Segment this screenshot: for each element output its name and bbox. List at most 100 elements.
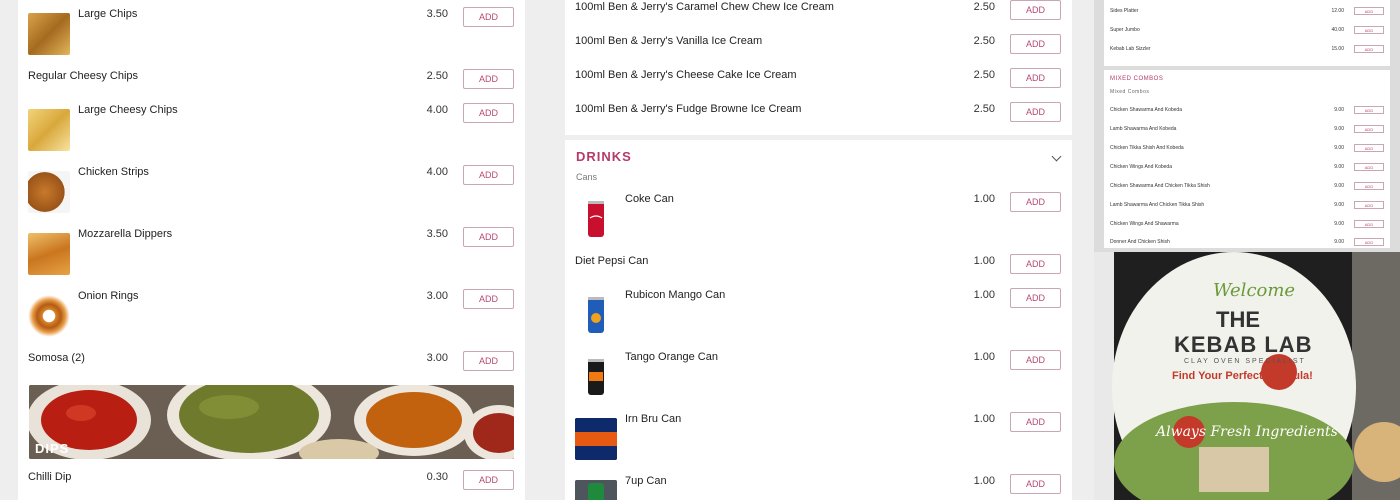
item-name: 100ml Ben & Jerry's Vanilla Ice Cream <box>575 35 763 47</box>
mini-item-price: 9.00 <box>1334 183 1344 189</box>
mini-item-price: 9.00 <box>1334 145 1344 151</box>
mini-menu-item[interactable]: Chicken Shawarma And Chicken Tikka Shish… <box>1110 182 1384 194</box>
mini-menu-item[interactable]: Kebab Lab Sizzler 15.00 ADD <box>1110 45 1384 57</box>
item-name: Regular Cheesy Chips <box>28 70 139 82</box>
item-name: Large Chips <box>78 8 138 20</box>
add-button[interactable]: ADD <box>463 165 514 185</box>
item-price: 2.50 <box>973 103 995 115</box>
item-price: 2.50 <box>973 69 995 81</box>
add-button[interactable]: ADD <box>463 103 514 123</box>
mini-menu-item[interactable]: Super Jumbo 40.00 ADD <box>1110 26 1384 38</box>
mini-item-name: Lamb Shawarma And Chicken Tikka Shish <box>1110 202 1205 208</box>
onion-rings-image <box>28 295 70 337</box>
mini-item-name: Chicken Wings And Shawarma <box>1110 221 1179 227</box>
mini-item-price: 12.00 <box>1331 8 1344 14</box>
mini-item-price: 9.00 <box>1334 221 1344 227</box>
mini-add-button[interactable]: ADD <box>1354 163 1384 171</box>
item-name: 100ml Ben & Jerry's Caramel Chew Chew Ic… <box>575 1 834 13</box>
mini-menu-item[interactable]: Lamb Shawarma And Kobeda 9.00 ADD <box>1110 125 1384 137</box>
mini-menu-item[interactable]: Chicken Shawarma And Kobeda 9.00 ADD <box>1110 106 1384 118</box>
mini-item-price: 9.00 <box>1334 239 1344 245</box>
mini-item-price: 9.00 <box>1334 126 1344 132</box>
mini-menu-card: Sides Platter 12.00 ADD Super Jumbo 40.0… <box>1104 0 1390 66</box>
item-name: 100ml Ben & Jerry's Fudge Browne Ice Cre… <box>575 103 802 115</box>
add-button[interactable]: ADD <box>1010 474 1061 494</box>
sides-menu-column: Large Chips 3.50 ADD Regular Cheesy Chip… <box>18 0 525 500</box>
item-name: Chilli Dip <box>28 471 72 483</box>
mini-item-price: 9.00 <box>1334 107 1344 113</box>
desserts-drinks-column: 100ml Ben & Jerry's Caramel Chew Chew Ic… <box>565 0 1072 500</box>
large-chips-image <box>28 13 70 55</box>
mini-mixed-combos-card: MIXED COMBOS Mixed Combos Chicken Shawar… <box>1104 70 1390 248</box>
mozzarella-dippers-image <box>28 233 70 275</box>
mini-add-button[interactable]: ADD <box>1354 106 1384 114</box>
mini-add-button[interactable]: ADD <box>1354 7 1384 15</box>
item-price: 3.00 <box>426 290 448 302</box>
add-button[interactable]: ADD <box>1010 412 1061 432</box>
item-price: 1.00 <box>973 351 995 363</box>
mini-add-button[interactable]: ADD <box>1354 26 1384 34</box>
mini-add-button[interactable]: ADD <box>1354 125 1384 133</box>
mini-section-subtitle: Mixed Combos <box>1110 89 1150 95</box>
mini-menu-item[interactable]: Sides Platter 12.00 ADD <box>1110 7 1384 19</box>
item-name: Rubicon Mango Can <box>625 289 726 301</box>
7up-can-image <box>575 480 617 500</box>
sign-tagline-text: CLAY OVEN SPECIALIST <box>1184 358 1306 365</box>
sign-the-text: THE <box>1216 307 1260 332</box>
mini-menu-item[interactable]: Chicken Tikka Shish And Kobeda 9.00 ADD <box>1110 144 1384 156</box>
mini-add-button[interactable]: ADD <box>1354 238 1384 246</box>
sign-brand-text: KEBAB LAB <box>1174 332 1313 357</box>
add-button[interactable]: ADD <box>463 289 514 309</box>
mini-item-name: Donner And Chicken Shish <box>1110 239 1170 245</box>
mini-add-button[interactable]: ADD <box>1354 45 1384 53</box>
dips-banner: DIPS <box>29 385 514 459</box>
shop-sign-photo: Welcome THE KEBAB LAB CLAY OVEN SPECIALI… <box>1094 252 1400 500</box>
mini-item-price: 15.00 <box>1331 46 1344 52</box>
mini-menu-item[interactable]: Chicken Wings And Shawarma 9.00 ADD <box>1110 220 1384 232</box>
item-name: Chicken Strips <box>78 166 149 178</box>
irn-bru-can-image <box>575 418 617 460</box>
mini-add-button[interactable]: ADD <box>1354 220 1384 228</box>
item-name: Large Cheesy Chips <box>78 104 178 116</box>
mini-menu-item[interactable]: Donner And Chicken Shish 9.00 ADD <box>1110 238 1384 250</box>
item-price: 1.00 <box>973 413 995 425</box>
sign-fresh-text: Always Fresh Ingredients <box>1156 424 1338 440</box>
mini-menu-item[interactable]: Chicken Wings And Kobeda 9.00 ADD <box>1110 163 1384 175</box>
add-button[interactable]: ADD <box>1010 34 1061 54</box>
add-button[interactable]: ADD <box>463 7 514 27</box>
item-price: 1.00 <box>973 475 995 487</box>
drinks-card: DRINKS Cans Coke Can 1.00 ADD Diet Pepsi… <box>565 140 1072 500</box>
add-button[interactable]: ADD <box>1010 68 1061 88</box>
add-button[interactable]: ADD <box>1010 254 1061 274</box>
mini-menu-item[interactable]: Lamb Shawarma And Chicken Tikka Shish 9.… <box>1110 201 1384 213</box>
item-price: 1.00 <box>973 255 995 267</box>
item-price: 0.30 <box>426 471 448 483</box>
item-name: Diet Pepsi Can <box>575 255 649 267</box>
dips-banner-image <box>29 385 514 459</box>
add-button[interactable]: ADD <box>463 227 514 247</box>
mini-section-title[interactable]: MIXED COMBOS <box>1110 76 1163 82</box>
mini-add-button[interactable]: ADD <box>1354 201 1384 209</box>
add-button[interactable]: ADD <box>463 351 514 371</box>
item-price: 1.00 <box>973 289 995 301</box>
add-button[interactable]: ADD <box>463 69 514 89</box>
mini-item-price: 40.00 <box>1331 27 1344 33</box>
mini-add-button[interactable]: ADD <box>1354 144 1384 152</box>
sign-welcome-text: Welcome <box>1213 280 1296 301</box>
add-button[interactable]: ADD <box>1010 288 1061 308</box>
ice-cream-card: 100ml Ben & Jerry's Caramel Chew Chew Ic… <box>565 0 1072 135</box>
add-button[interactable]: ADD <box>1010 192 1061 212</box>
mini-add-button[interactable]: ADD <box>1354 182 1384 190</box>
add-button[interactable]: ADD <box>1010 0 1061 20</box>
item-name: 7up Can <box>625 475 667 487</box>
item-price: 4.00 <box>426 166 448 178</box>
chevron-down-icon[interactable] <box>1051 151 1062 162</box>
item-name: 100ml Ben & Jerry's Cheese Cake Ice Crea… <box>575 69 797 81</box>
large-cheesy-chips-image <box>28 109 70 151</box>
add-button[interactable]: ADD <box>1010 350 1061 370</box>
add-button[interactable]: ADD <box>463 470 514 490</box>
cans-subtitle: Cans <box>576 172 598 182</box>
item-price: 1.00 <box>973 193 995 205</box>
drinks-section-title[interactable]: DRINKS <box>576 149 632 164</box>
add-button[interactable]: ADD <box>1010 102 1061 122</box>
